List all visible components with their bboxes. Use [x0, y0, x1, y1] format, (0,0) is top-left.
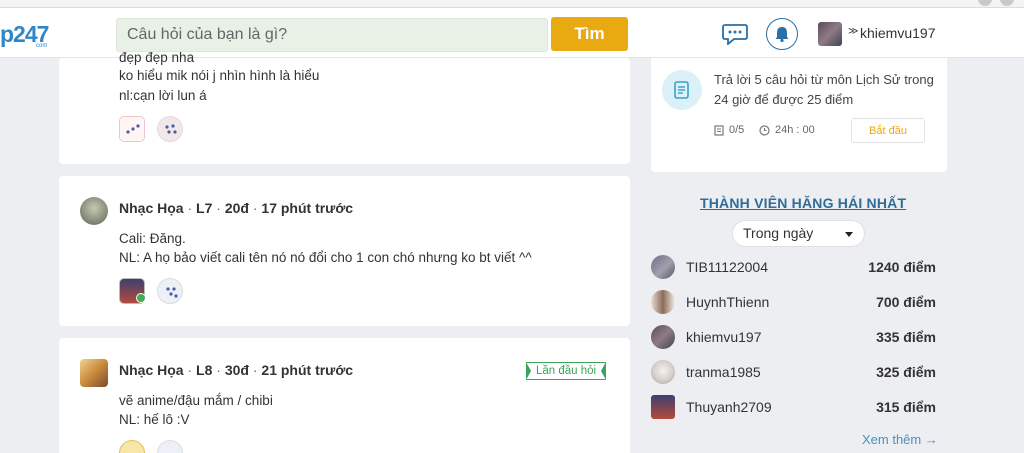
question-text-line: nl:cạn lời lun á [119, 88, 207, 103]
member-row[interactable]: Thuyanh2709 315 điểm [651, 395, 941, 419]
member-name[interactable]: tranma1985 [686, 364, 761, 380]
document-icon [714, 124, 724, 136]
member-row[interactable]: tranma1985 325 điểm [651, 360, 941, 384]
member-row[interactable]: khiemvu197 335 điểm [651, 325, 941, 349]
task-description: Trả lời 5 câu hỏi từ môn Lịch Sử trong 2… [714, 72, 934, 107]
member-points: 325 điểm [876, 364, 936, 380]
see-more-label: Xem thêm [862, 432, 922, 447]
period-select-value: Trong ngày [743, 225, 814, 241]
task-duration-value: 24h : 00 [775, 124, 815, 136]
member-points: 335 điểm [876, 329, 936, 345]
member-row[interactable]: TIB11122004 1240 điểm [651, 255, 941, 279]
chevron-down-icon[interactable]: ≫ [848, 26, 858, 37]
author-name[interactable]: Nhạc Họa [119, 362, 184, 378]
message-icon[interactable] [722, 23, 748, 45]
browser-tab-strip [0, 0, 1024, 8]
question-meta: Nhạc Họa · L7 · 20đ · 17 phút trước [119, 200, 354, 216]
search-field [116, 18, 548, 52]
author-level: L8 [196, 362, 213, 378]
author-avatar[interactable] [80, 359, 108, 387]
question-time: 21 phút trước [261, 362, 354, 378]
task-duration: 24h : 00 [759, 124, 815, 136]
member-avatar[interactable] [651, 395, 675, 419]
attachment-thumbnail[interactable] [119, 116, 145, 142]
member-points: 1240 điểm [868, 259, 936, 275]
reaction-icon[interactable] [119, 440, 145, 453]
question-meta: Nhạc Họa · L8 · 30đ · 21 phút trước [119, 362, 354, 378]
task-progress: 0/5 [714, 124, 744, 136]
task-progress-value: 0/5 [729, 124, 745, 136]
member-avatar[interactable] [651, 360, 675, 384]
question-text-line: Cali: Đăng. [119, 231, 186, 246]
member-avatar[interactable] [651, 255, 675, 279]
search-button[interactable]: Tìm [551, 17, 628, 51]
question-text-line: NL: A họ bảo viết cali tên nó nó đổi cho… [119, 250, 532, 265]
reaction-icon[interactable] [157, 278, 183, 304]
author-name[interactable]: Nhạc Họa [119, 200, 184, 216]
first-question-badge: Lần đầu hỏi [526, 362, 607, 380]
caret-down-icon [845, 232, 853, 237]
search-input[interactable] [117, 19, 547, 51]
question-text-line: NL: hế lô :V [119, 412, 190, 427]
username-label[interactable]: khiemvu197 [860, 25, 936, 41]
scroll-icon [662, 70, 702, 110]
check-icon [136, 293, 146, 303]
question-time: 17 phút trước [261, 200, 354, 216]
question-text-line: vẽ anime/đậu mắm / chibi [119, 393, 273, 408]
question-card[interactable]: đẹp đẹp nha ko hiểu mik nói j nhìn hình … [59, 50, 630, 164]
reaction-icon[interactable] [157, 440, 183, 453]
clock-icon [759, 124, 770, 136]
author-level: L7 [196, 200, 213, 216]
site-logo-domain: com [36, 43, 48, 49]
member-name[interactable]: TIB11122004 [686, 259, 768, 275]
start-task-button[interactable]: Bắt đầu [851, 118, 925, 143]
question-card[interactable]: Nhạc Họa · L8 · 30đ · 21 phút trước Lần … [59, 338, 630, 453]
author-avatar[interactable] [80, 197, 108, 225]
member-points: 315 điểm [876, 399, 936, 415]
arrow-right-icon: → [924, 432, 938, 447]
question-text-line: ko hiểu mik nói j nhìn hình là hiểu [119, 68, 320, 83]
question-card[interactable]: Nhạc Họa · L7 · 20đ · 17 phút trước Cali… [59, 176, 630, 326]
question-text-line: đẹp đẹp nha [119, 50, 195, 65]
notification-button[interactable] [766, 18, 798, 50]
member-name[interactable]: HuynhThienn [686, 294, 769, 310]
member-name[interactable]: khiemvu197 [686, 329, 762, 345]
browser-profile-icon[interactable] [978, 0, 992, 6]
active-members-title[interactable]: THÀNH VIÊN HĂNG HÁI NHẤT [700, 195, 906, 211]
member-points: 700 điểm [876, 294, 936, 310]
question-points: 20đ [224, 200, 249, 216]
member-row[interactable]: HuynhThienn 700 điểm [651, 290, 941, 314]
user-avatar[interactable] [818, 22, 842, 46]
reaction-icon[interactable] [157, 116, 183, 142]
member-avatar[interactable] [651, 325, 675, 349]
member-avatar[interactable] [651, 290, 675, 314]
daily-task-card: Trả lời 5 câu hỏi từ môn Lịch Sử trong 2… [651, 58, 947, 172]
browser-menu-icon[interactable] [1000, 0, 1014, 6]
bell-icon [775, 27, 789, 42]
question-points: 30đ [224, 362, 249, 378]
member-name[interactable]: Thuyanh2709 [686, 399, 772, 415]
period-select[interactable]: Trong ngày [732, 220, 865, 247]
see-more-link[interactable]: Xem thêm → [862, 432, 938, 447]
